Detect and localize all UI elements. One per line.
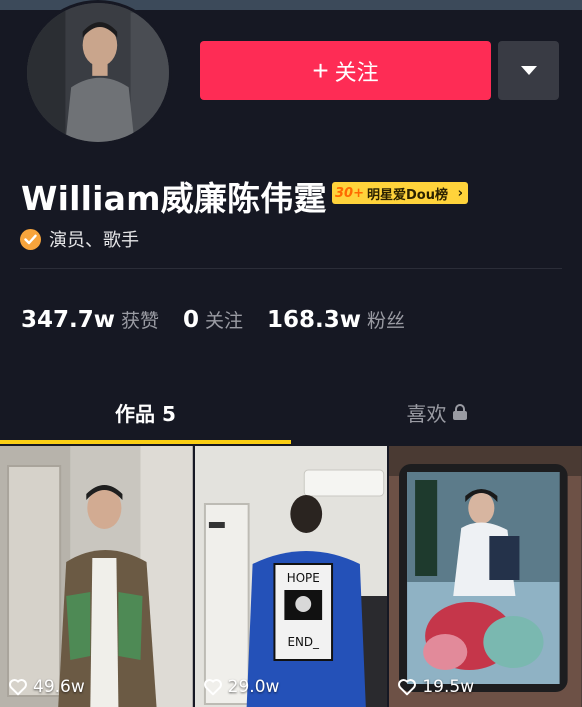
stat-label: 粉丝 (367, 310, 406, 332)
chevron-right-icon: › (457, 185, 463, 201)
stat-likes[interactable]: 347.7w 获赞 (21, 306, 159, 333)
lock-icon (452, 404, 467, 420)
heart-outline-icon (9, 679, 27, 696)
follow-label: 关注 (334, 59, 379, 85)
heart-outline-icon (398, 679, 417, 696)
shirt-text-bottom: END_ (287, 635, 320, 649)
stat-value: 168.3w (267, 307, 362, 333)
rank-label: 明星爱Dou榜 (366, 187, 448, 203)
profile-name: William威廉陈伟霆 (21, 179, 327, 218)
stat-followers[interactable]: 168.3w 粉丝 (267, 306, 405, 333)
stat-value: 347.7w (21, 307, 115, 333)
avatar-photo (27, 3, 169, 142)
video-likes: 49.6w (8, 677, 85, 697)
avatar[interactable] (24, 0, 172, 145)
divider (20, 268, 562, 269)
verified-description: 演员、歌手 (49, 230, 139, 251)
verified-check-icon (20, 228, 41, 250)
stat-label: 获赞 (121, 310, 160, 332)
verification-row: 演员、歌手 (20, 226, 139, 252)
video-likes-count: 19.5w (422, 677, 475, 697)
tab-likes-label: 喜欢 (406, 401, 447, 426)
more-options-button[interactable] (498, 41, 559, 100)
star-rank-badge[interactable]: 30+ 明星爱Dou榜 › (332, 182, 468, 204)
stat-label: 关注 (205, 310, 244, 332)
video-likes: 19.5w (397, 677, 474, 697)
video-likes: 29.0w (203, 677, 280, 697)
heart-outline-icon (203, 679, 222, 696)
video-likes-count: 29.0w (227, 677, 280, 697)
stats-row: 347.7w 获赞 0 关注 168.3w 粉丝 (21, 306, 405, 333)
stat-following[interactable]: 0 关注 (183, 306, 243, 333)
video-thumbnail[interactable]: HOPE END_ 29.0w (194, 446, 388, 707)
video-likes-count: 49.6w (33, 677, 85, 697)
video-thumbnail-image (389, 446, 582, 707)
video-thumbnail-image: HOPE END_ (194, 446, 388, 707)
video-thumbnail[interactable]: 49.6w (0, 446, 193, 707)
plus-icon: + (312, 54, 329, 86)
content-tabs: 作品 5 喜欢 (0, 384, 582, 444)
caret-down-icon (520, 66, 537, 75)
active-tab-indicator (0, 440, 291, 444)
tab-works[interactable]: 作品 5 (0, 384, 291, 440)
tab-likes[interactable]: 喜欢 (291, 384, 582, 440)
shirt-text-top: HOPE (286, 571, 319, 585)
video-thumbnail[interactable]: 19.5w (389, 446, 582, 707)
profile-page: + 关注 William威廉陈伟霆 30+ 明星爱Dou榜 › 演员、歌手 34… (0, 0, 582, 707)
follow-button[interactable]: + 关注 (200, 41, 491, 100)
stat-value: 0 (183, 307, 200, 333)
rank-number: 30+ (335, 185, 364, 201)
video-grid: 49.6w HOPE END_ 29.0w 19.5w (0, 446, 582, 707)
video-thumbnail-image (0, 446, 193, 707)
